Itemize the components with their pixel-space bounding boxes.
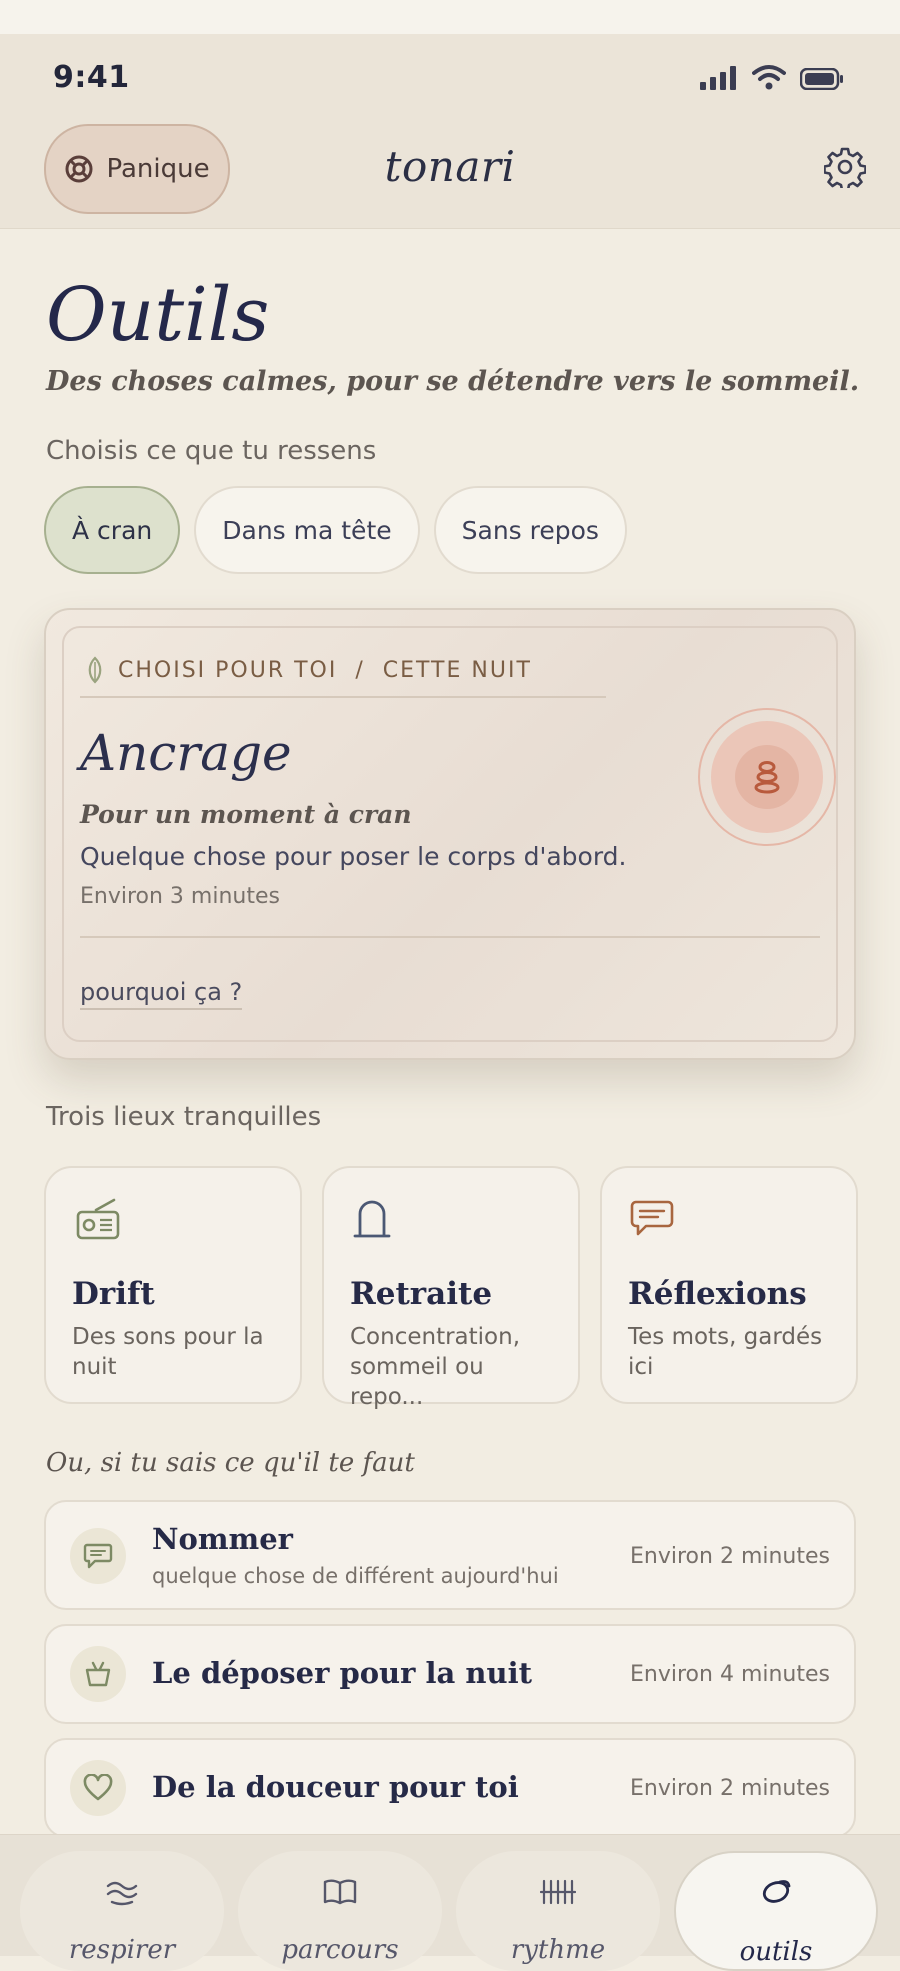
quick-item-deposer[interactable]: Le déposer pour la nuit Environ 4 minute…	[44, 1624, 856, 1724]
arch-icon	[353, 1200, 391, 1238]
quick-duration: Environ 2 minutes	[630, 1776, 830, 1801]
featured-subtitle: Pour un moment à cran	[80, 800, 412, 829]
settings-button[interactable]	[823, 146, 867, 192]
tab-bar: respirer parcours rythme outils	[0, 1834, 900, 1971]
featured-description: Quelque chose pour poser le corps d'abor…	[80, 842, 627, 871]
heart-icon	[83, 1774, 113, 1801]
app-brand: tonari	[384, 142, 516, 191]
place-card-retraite[interactable]: Retraite Concentration, sommeil ou repo.…	[322, 1166, 580, 1410]
place-title: Drift	[72, 1276, 155, 1312]
featured-card[interactable]: CHOISI POUR TOI / CETTE NUIT Ancrage Pou…	[44, 608, 856, 1060]
featured-eyebrow: CHOISI POUR TOI / CETTE NUIT	[86, 656, 532, 684]
places-label: Trois lieux tranquilles	[46, 1102, 322, 1132]
chat-bubble-icon	[83, 1543, 113, 1569]
open-book-icon	[323, 1879, 357, 1905]
cellular-signal-icon	[700, 66, 736, 90]
quick-icon-circle	[70, 1646, 126, 1702]
place-description: Des sons pour la nuit	[72, 1324, 264, 1380]
eyebrow-divider	[80, 696, 606, 698]
battery-icon	[800, 68, 843, 90]
featured-eyebrow-text: CHOISI POUR TOI / CETTE NUIT	[118, 657, 532, 683]
tab-parcours[interactable]: parcours	[238, 1851, 442, 1971]
stones-disk	[711, 721, 823, 833]
gear-icon	[823, 147, 867, 192]
featured-divider	[80, 936, 820, 938]
tab-label: rythme	[510, 1935, 606, 1965]
leaf-icon	[88, 656, 102, 684]
place-card-reflexions[interactable]: Réflexions Tes mots, gardés ici	[600, 1166, 858, 1404]
place-title: Retraite	[350, 1276, 493, 1312]
basket-icon	[85, 1661, 111, 1687]
stones-core	[735, 745, 799, 809]
why-link[interactable]: pourquoi ça ?	[80, 978, 243, 1010]
message-icon	[630, 1200, 674, 1236]
tab-rythme[interactable]: rythme	[456, 1851, 660, 1971]
quick-title: Le déposer pour la nuit	[152, 1656, 533, 1690]
quick-label: Ou, si tu sais ce qu'il te faut	[46, 1448, 415, 1478]
page-title: Outils	[46, 272, 270, 358]
chip-a-cran[interactable]: À cran	[44, 486, 181, 574]
featured-duration: Environ 3 minutes	[80, 884, 280, 909]
place-description: Concentration, sommeil ou repo...	[350, 1324, 521, 1410]
feelings-label: Choisis ce que tu ressens	[46, 436, 377, 466]
chip-dans-ma-tete[interactable]: Dans ma tête	[194, 486, 420, 574]
quick-icon-circle	[70, 1760, 126, 1816]
quick-title: Nommer	[152, 1522, 293, 1556]
place-title: Réflexions	[628, 1276, 807, 1312]
radio-icon	[76, 1198, 120, 1240]
status-icons	[700, 64, 844, 90]
quick-item-douceur[interactable]: De la douceur pour toi Environ 2 minutes	[44, 1738, 856, 1838]
quick-subtitle: quelque chose de différent aujourd'hui	[152, 1564, 559, 1588]
status-time: 9:41	[53, 60, 130, 95]
quick-item-nommer[interactable]: Nommer quelque chose de différent aujour…	[44, 1500, 856, 1610]
tab-label: outils	[739, 1937, 813, 1967]
rhythm-bars-icon	[540, 1879, 576, 1905]
chip-sans-repos[interactable]: Sans repos	[433, 486, 627, 574]
quick-duration: Environ 2 minutes	[630, 1544, 830, 1569]
wifi-icon	[752, 65, 786, 90]
place-description: Tes mots, gardés ici	[628, 1324, 823, 1380]
tab-respirer[interactable]: respirer	[20, 1851, 224, 1971]
stacked-stones-icon	[754, 761, 780, 794]
tab-label: parcours	[281, 1935, 399, 1965]
feeling-chips: À cran Dans ma tête Sans repos	[44, 486, 627, 574]
places-grid: Drift Des sons pour la nuit Retraite Con…	[44, 1166, 858, 1410]
quick-title: De la douceur pour toi	[152, 1770, 519, 1804]
page-subtitle: Des choses calmes, pour se détendre vers…	[46, 366, 860, 397]
stacked-stones-button[interactable]	[698, 708, 836, 846]
top-strip	[0, 0, 900, 34]
quick-duration: Environ 4 minutes	[630, 1662, 830, 1687]
tab-outils[interactable]: outils	[674, 1851, 878, 1971]
quick-icon-circle	[70, 1528, 126, 1584]
breath-waves-icon	[106, 1881, 138, 1906]
featured-card-inner: CHOISI POUR TOI / CETTE NUIT Ancrage Pou…	[62, 626, 838, 1042]
loop-icon	[762, 1880, 791, 1903]
place-card-drift[interactable]: Drift Des sons pour la nuit	[44, 1166, 302, 1404]
featured-title: Ancrage	[80, 724, 292, 782]
tab-label: respirer	[68, 1935, 176, 1965]
